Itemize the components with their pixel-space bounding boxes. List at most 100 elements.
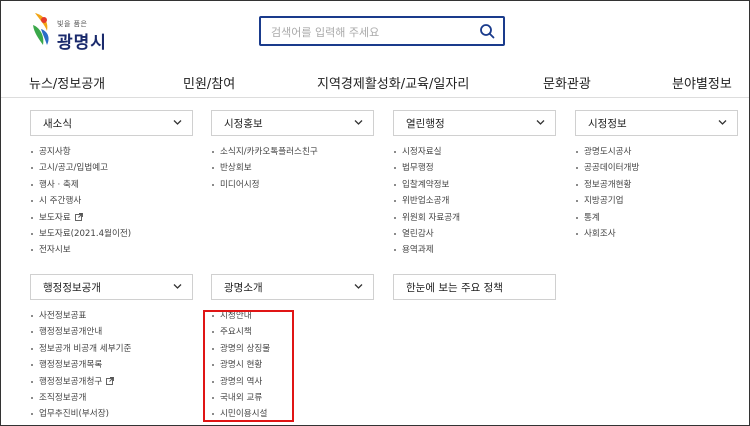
list-item[interactable]: 보도자료(2021.4월이전) (31, 226, 131, 242)
bullet (31, 396, 33, 399)
bullet (31, 380, 33, 383)
list-item-label: 행정정보공개목록 (39, 360, 103, 371)
list-item-label: 전자시보 (39, 245, 71, 256)
list-item[interactable]: 지방공기업 (576, 193, 639, 209)
nav-news-info[interactable]: 뉴스/정보공개 (29, 73, 105, 92)
list-item-label: 지방공기업 (584, 196, 624, 207)
list-item[interactable]: 위원회 자료공개 (394, 210, 460, 226)
nav-culture-tourism[interactable]: 문화관광 (543, 73, 591, 92)
bullet (31, 331, 33, 334)
nav-divider (1, 97, 749, 98)
bullet (31, 167, 33, 170)
bullet (576, 151, 578, 153)
menu-promo-button[interactable]: 시정홍보 (211, 110, 374, 136)
list-item[interactable]: 행정정보공개청구 (31, 374, 131, 390)
search-icon[interactable] (479, 23, 495, 39)
search-input[interactable] (269, 22, 473, 42)
chevron-down-icon (536, 120, 545, 125)
bullet (31, 200, 33, 203)
bullet (394, 232, 396, 235)
bullet (31, 183, 33, 186)
menu-open-admin-list: 시정자료실 법무행정 입찰계약정보 위반업소공개 위원회 자료공개 열린감사 용… (394, 144, 460, 259)
list-item-label: 입찰계약정보 (402, 179, 450, 190)
list-item-label: 공공데이터개방 (584, 163, 640, 174)
bullet (31, 413, 33, 416)
menu-info-disclosure-button[interactable]: 행정정보공개 (30, 274, 193, 300)
bullet (212, 167, 214, 170)
nav-economy-education-jobs[interactable]: 지역경제활성화/교육/일자리 (317, 73, 469, 92)
chevron-down-icon (354, 284, 363, 289)
chevron-down-icon (173, 284, 182, 289)
highlight-box (203, 310, 294, 422)
list-item-label: 정보공개현황 (584, 179, 632, 190)
list-item[interactable]: 공지사항 (31, 144, 131, 160)
list-item[interactable]: 시 주간행사 (31, 193, 131, 209)
bullet (576, 167, 578, 170)
bullet (394, 167, 396, 170)
list-item-label: 광명도시공사 (584, 147, 632, 157)
bullet (394, 200, 396, 203)
list-item-label: 반상회보 (220, 163, 252, 174)
list-item[interactable]: 보도자료 (31, 210, 131, 226)
list-item-label: 위원회 자료공개 (402, 212, 461, 223)
menu-open-admin-title: 열린행정 (406, 118, 445, 130)
list-item[interactable]: 법무행정 (394, 160, 460, 176)
list-item[interactable]: 소식지/카카오톡플러스친구 (212, 144, 318, 160)
chevron-down-icon (354, 120, 363, 125)
menu-intro-button[interactable]: 광명소개 (211, 274, 374, 300)
list-item[interactable]: 시정자료실 (394, 144, 460, 160)
bullet (576, 200, 578, 203)
list-item-label: 고시/공고/입법예고 (39, 163, 109, 174)
menu-city-info-button[interactable]: 시정정보 (575, 110, 738, 136)
list-item[interactable]: 행사 · 축제 (31, 177, 131, 193)
external-link-icon (106, 376, 115, 385)
list-item[interactable]: 통계 (576, 210, 639, 226)
menu-news-button[interactable]: 새소식 (30, 110, 193, 136)
list-item-label: 보도자료(2021.4월이전) (39, 228, 132, 239)
gwangmyeong-logo[interactable]: 빛을 품은 광명시 (31, 11, 151, 53)
list-item[interactable]: 열린감사 (394, 226, 460, 242)
list-item-label: 소식지/카카오톡플러스친구 (220, 147, 318, 157)
list-item[interactable]: 전자시보 (31, 242, 131, 258)
bullet (31, 347, 33, 350)
menu-city-info-list: 광명도시공사 공공데이터개방 정보공개현황 지방공기업 통계 사회조사 (576, 144, 639, 242)
list-item[interactable]: 입찰계약정보 (394, 177, 460, 193)
menu-open-admin-button[interactable]: 열린행정 (393, 110, 556, 136)
bullet (394, 249, 396, 252)
nav-civil-participation[interactable]: 민원/참여 (183, 73, 235, 92)
page-frame: 빛을 품은 광명시 뉴스/정보공개 민원/참여 지역경제활성화/교육/일자리 문… (0, 0, 750, 426)
list-item[interactable]: 사회조사 (576, 226, 639, 242)
list-item-label: 사전정보공표 (39, 311, 87, 321)
list-item[interactable]: 광명도시공사 (576, 144, 639, 160)
list-item[interactable]: 용역과제 (394, 242, 460, 258)
list-item[interactable]: 조직정보공개 (31, 390, 131, 406)
list-item[interactable]: 사전정보공표 (31, 308, 131, 324)
bullet (31, 364, 33, 367)
menu-policy-button[interactable]: 한눈에 보는 주요 정책 (393, 274, 556, 300)
list-item[interactable]: 정보공개현황 (576, 177, 639, 193)
bullet (576, 232, 578, 235)
bullet (212, 183, 214, 186)
menu-policy-title: 한눈에 보는 주요 정책 (406, 282, 503, 294)
list-item[interactable]: 미디어시정 (212, 177, 318, 193)
list-item[interactable]: 위반업소공개 (394, 193, 460, 209)
list-item-label: 시정자료실 (402, 147, 442, 157)
list-item[interactable]: 행정정보공개목록 (31, 357, 131, 373)
list-item[interactable]: 반상회보 (212, 160, 318, 176)
list-item[interactable]: 고시/공고/입법예고 (31, 160, 131, 176)
list-item[interactable]: 정보공개 비공개 세부기준 (31, 341, 131, 357)
list-item[interactable]: 공공데이터개방 (576, 160, 639, 176)
bullet (31, 151, 33, 153)
nav-field-info[interactable]: 분야별정보 (672, 73, 732, 92)
menu-promo-title: 시정홍보 (224, 118, 263, 130)
list-item[interactable]: 업무추진비(부서장) (31, 406, 131, 422)
list-item-label: 공지사항 (39, 147, 71, 157)
menu-promo-list: 소식지/카카오톡플러스친구 반상회보 미디어시정 (212, 144, 318, 193)
list-item-label: 보도자료 (39, 212, 71, 223)
chevron-down-icon (718, 120, 727, 125)
list-item-label: 행정정보공개안내 (39, 327, 103, 338)
list-item-label: 행정정보공개청구 (39, 376, 103, 387)
list-item[interactable]: 행정정보공개안내 (31, 324, 131, 340)
list-item-label: 업무추진비(부서장) (39, 409, 109, 420)
bullet (576, 183, 578, 186)
